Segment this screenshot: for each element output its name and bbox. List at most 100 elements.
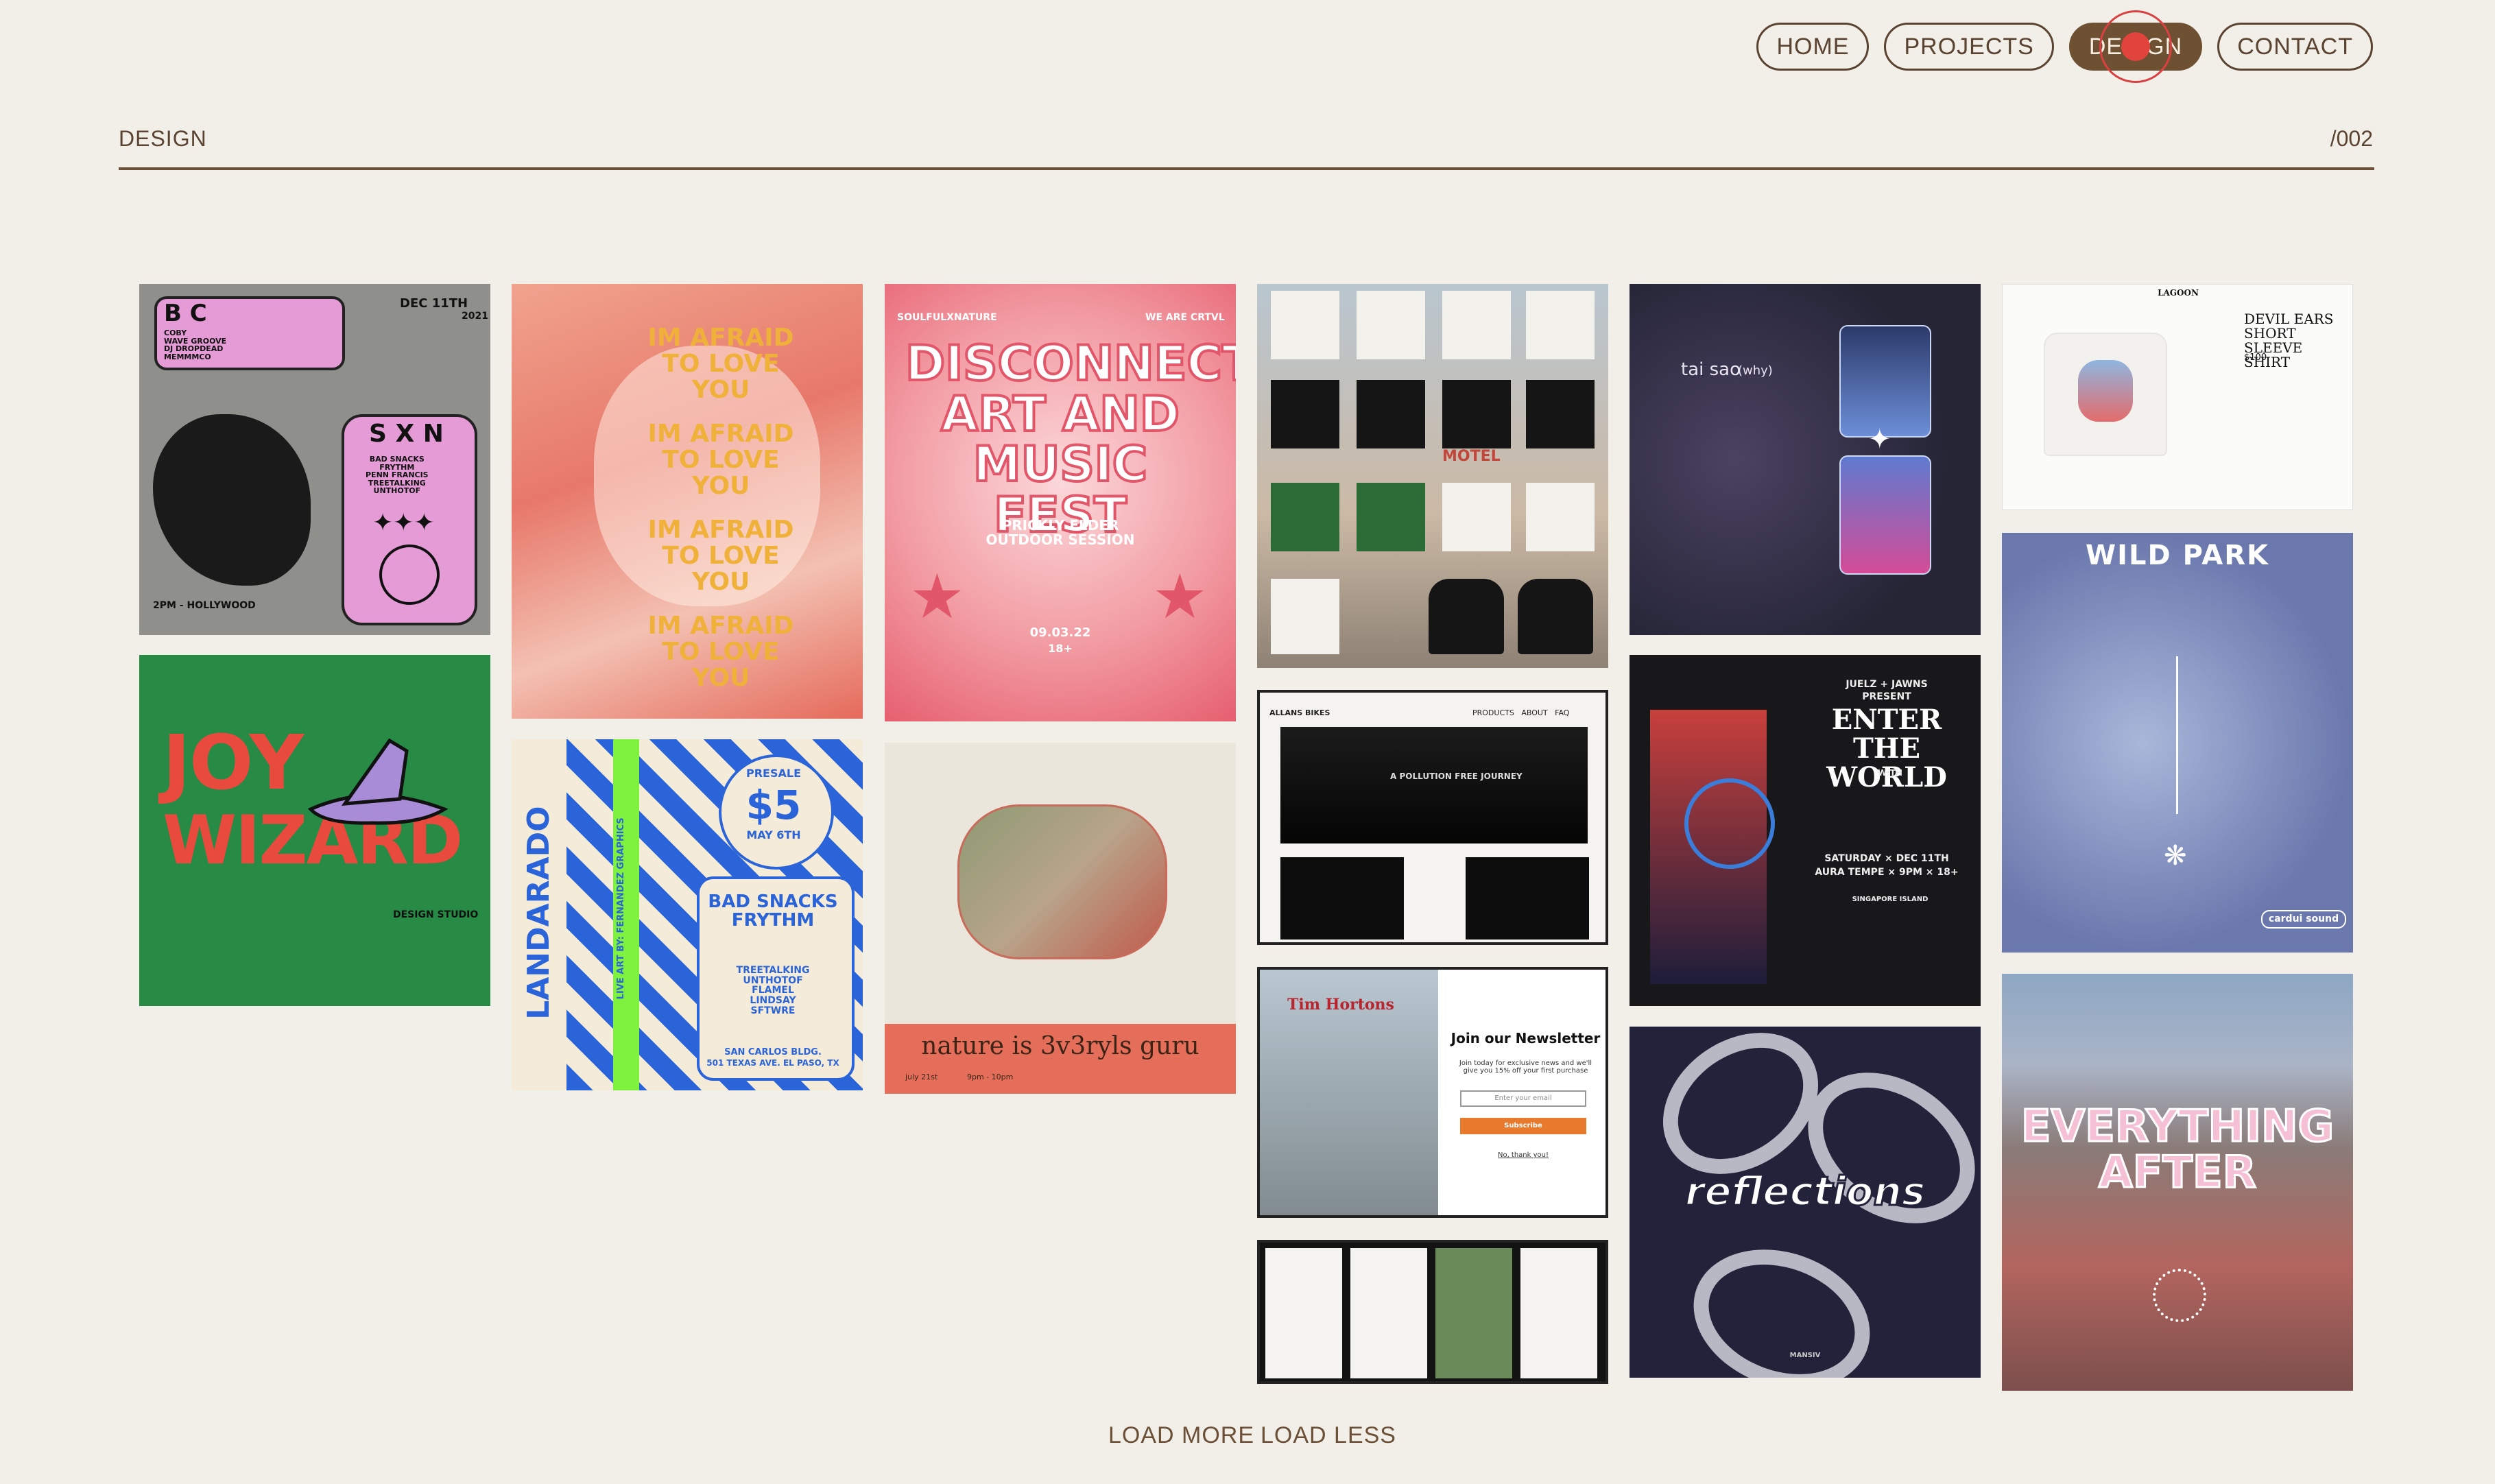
- top-nav: HOME PROJECTS DESIGN CONTACT: [1756, 10, 2373, 83]
- bike-hero-text: A POLLUTION FREE JOURNEY: [1390, 771, 1523, 781]
- load-more-button[interactable]: LOAD MORE: [1108, 1422, 1254, 1449]
- shirt-thumb: [1526, 291, 1595, 359]
- cursor-dot: [2121, 32, 2150, 61]
- nature-title: nature is 3v3ryls guru: [921, 1032, 1199, 1060]
- fest-subtitle: PRICKLY ELDER OUTDOOR SESSION: [986, 517, 1135, 548]
- gallery-item-joy-wizard[interactable]: JOY WIZARD DESIGN STUDIO: [139, 655, 490, 1006]
- wizard-hat-icon: [307, 738, 449, 825]
- bc-lineup: COBY WAVE GROOVE DJ DROPDEAD MEMMMCO: [164, 328, 227, 361]
- nav-projects-button[interactable]: PROJECTS: [1884, 23, 2054, 71]
- gallery-item-presale-poster[interactable]: LANDARADO LIVE ART BY: FERNANDEZ GRAPHIC…: [512, 739, 863, 1090]
- enter-title: ENTER THE WORLD: [1826, 704, 1947, 793]
- lagoon-price: $100: [2244, 352, 2267, 363]
- center-line: [2176, 656, 2178, 814]
- app-screen: [1435, 1248, 1512, 1378]
- gallery-item-app-screens[interactable]: [1257, 1240, 1608, 1384]
- nature-photo: [957, 804, 1167, 959]
- reflections-brand: MANSIV: [1789, 1352, 1821, 1359]
- gallery-item-everything-after[interactable]: EVERYTHING AFTER: [2002, 974, 2353, 1391]
- enter-event: SATURDAY × DEC 11TH: [1824, 853, 1949, 864]
- star-icon-left: ★: [909, 561, 965, 633]
- gallery-item-nature-poster[interactable]: nature is 3v3ryls guru july 21st 9pm - 1…: [885, 743, 1236, 1094]
- nav-contact-button[interactable]: CONTACT: [2217, 23, 2373, 71]
- gallery-item-bc-poster[interactable]: B C DEC 11TH 2021 COBY WAVE GROOVE DJ DR…: [139, 284, 490, 635]
- lineup-text: TREETALKING UNTHOTOF FLAMEL LINDSAY SFTW…: [736, 965, 810, 1016]
- app-screen: [1520, 1248, 1597, 1378]
- bike-brand: ALLANS BIKES: [1269, 708, 1330, 717]
- shirt-thumb: [1271, 483, 1339, 551]
- presale-price: $5: [745, 782, 802, 828]
- page-number: /002: [2330, 126, 2373, 151]
- shirt-graphic: [2078, 360, 2133, 422]
- joy-tagline: DESIGN STUDIO: [393, 909, 479, 920]
- hoodie-thumb: [1518, 579, 1593, 654]
- nav-design-button[interactable]: DESIGN: [2068, 10, 2203, 83]
- gallery-item-newsletter[interactable]: Tim Hortons Join our Newsletter Join tod…: [1257, 967, 1608, 1218]
- venue-text: SAN CARLOS BLDG.: [724, 1047, 822, 1057]
- nature-time: 9pm - 10pm: [967, 1073, 1014, 1081]
- gallery-item-lagoon-product[interactable]: LAGOON DEVIL EARS SHORT SLEEVE SHIRT $10…: [2002, 284, 2353, 510]
- art-card: [1839, 455, 1931, 575]
- shirt-thumb: [1357, 291, 1425, 359]
- wild-park-title: WILD PARK: [2085, 540, 2270, 571]
- enter-present: PRESENT: [1862, 691, 1911, 702]
- header-divider: [119, 167, 2374, 170]
- fest-title: DISCONNECTED ART AND MUSIC FEST: [904, 335, 1236, 543]
- shirt-thumb: [1526, 380, 1595, 448]
- shirt-thumb: [1526, 483, 1595, 551]
- bc-logo-text: B C: [164, 300, 207, 327]
- enter-venue: SINGAPORE ISLAND: [1852, 896, 1929, 903]
- fest-date: 09.03.22: [1029, 625, 1091, 640]
- gallery-item-tai-sao[interactable]: tai sao (why) ✦: [1629, 284, 1981, 635]
- bc-time: 2PM - HOLLYWOOD: [153, 600, 256, 611]
- cardui-badge: cardui sound: [2261, 910, 2346, 929]
- enter-presenter: JUELZ + JAWNS: [1846, 679, 1928, 690]
- hoodie-thumb: [1429, 579, 1504, 654]
- shirt-thumb: [1442, 291, 1511, 359]
- everything-after-title: EVERYTHING AFTER: [2020, 1101, 2335, 1199]
- afraid-text-4: IM AFRAID TO LOVE YOU: [647, 612, 794, 692]
- gallery-item-shirt-collection[interactable]: MOTEL: [1257, 284, 1608, 668]
- bike-card-image: [1466, 857, 1589, 940]
- app-screen: [1350, 1248, 1427, 1378]
- newsletter-heading: Join our Newsletter: [1451, 1030, 1601, 1046]
- shirt-thumb: [1357, 380, 1425, 448]
- afraid-text-3: IM AFRAID TO LOVE YOU: [647, 516, 794, 596]
- shirt-thumb: [1357, 483, 1425, 551]
- motel-sign: MOTEL: [1442, 448, 1501, 465]
- gallery-item-enter-the-world[interactable]: JUELZ + JAWNS PRESENT ENTER THE WORLD WI…: [1629, 655, 1981, 1006]
- snowflake-icon: ❋: [2164, 840, 2187, 872]
- gallery-item-fest-poster[interactable]: SOULFULXNATURE WE ARE CRTVL DISCONNECTED…: [885, 284, 1236, 721]
- newsletter-dismiss-link[interactable]: No, thank you!: [1460, 1151, 1586, 1160]
- sxn-acts: BAD SNACKS FRYTHM PENN FRANCIS TREETALKI…: [366, 455, 429, 496]
- afraid-text-2: IM AFRAID TO LOVE YOU: [647, 420, 794, 500]
- gallery-item-reflections[interactable]: reflections MANSIV: [1629, 1027, 1981, 1378]
- gallery-item-bike-website[interactable]: ALLANS BIKES PRODUCTS ABOUT FAQ A POLLUT…: [1257, 690, 1608, 945]
- credit-text: LIVE ART BY: FERNANDEZ GRAPHICS: [616, 817, 627, 1000]
- page-title: DESIGN: [119, 126, 207, 151]
- load-less-button[interactable]: LOAD LESS: [1261, 1422, 1396, 1449]
- bike-hero-image: [1280, 727, 1588, 843]
- presale-date: MAY 6TH: [746, 828, 801, 841]
- shirt-thumb: [1271, 291, 1339, 359]
- joy-text: JOY: [163, 719, 304, 806]
- tai-sao-suffix: (why): [1738, 363, 1773, 378]
- gallery-item-wild-park[interactable]: WILD PARK ❋ cardui sound: [2002, 533, 2353, 953]
- gallery-item-afraid-poster[interactable]: IM AFRAID TO LOVE YOU IM AFRAID TO LOVE …: [512, 284, 863, 719]
- enter-details: AURA TEMPE × 9PM × 18+: [1815, 867, 1959, 878]
- afraid-text-1: IM AFRAID TO LOVE YOU: [647, 324, 794, 404]
- newsletter-email-input[interactable]: Enter your email: [1460, 1090, 1586, 1107]
- landarado-text: LANDARADO: [521, 806, 556, 1020]
- reflections-title: reflections: [1684, 1168, 1926, 1214]
- halo-ring: [1684, 778, 1775, 869]
- newsletter-subscribe-button[interactable]: Subscribe: [1460, 1118, 1586, 1134]
- nav-home-button[interactable]: HOME: [1756, 23, 1870, 71]
- newsletter-body: Join today for exclusive news and we'll …: [1459, 1060, 1592, 1075]
- shirt-thumb: [1271, 579, 1339, 654]
- headliner-text: BAD SNACKS FRYTHM: [708, 891, 838, 931]
- circle-dots-icon: [2153, 1269, 2206, 1322]
- fest-top-left: SOULFULXNATURE: [897, 312, 997, 323]
- ink-blot-illustration: [153, 414, 311, 586]
- bike-nav-links: PRODUCTS ABOUT FAQ: [1472, 708, 1570, 717]
- nature-date: july 21st: [905, 1073, 938, 1081]
